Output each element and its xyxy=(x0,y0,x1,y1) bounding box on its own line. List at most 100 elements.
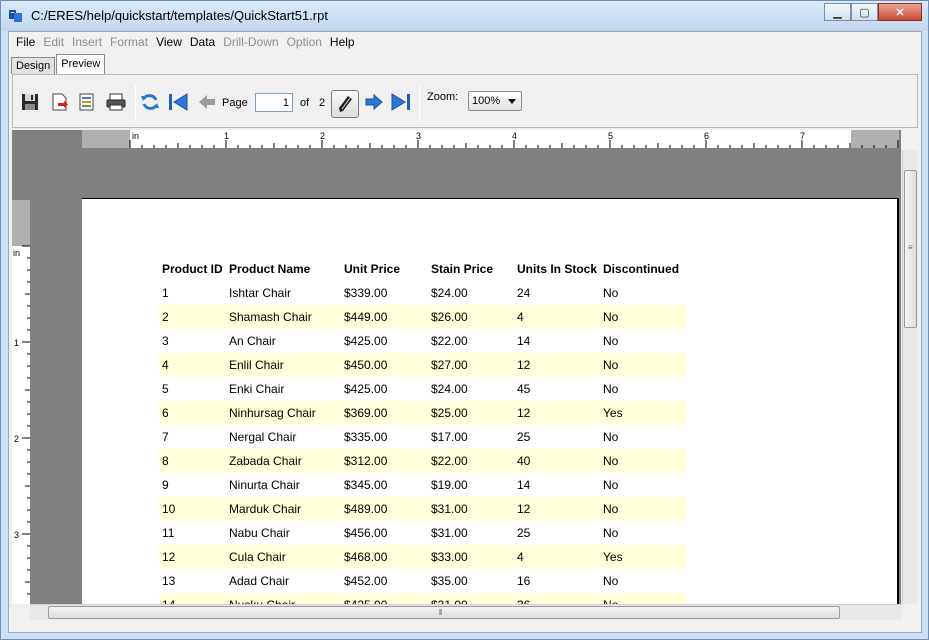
ruler-mark: 3 xyxy=(416,131,422,141)
table-cell: No xyxy=(600,497,687,521)
minimize-button[interactable]: ▁ xyxy=(824,3,851,21)
maximize-icon: ▢ xyxy=(859,6,870,19)
of-label: of xyxy=(300,97,310,109)
page-number-input[interactable] xyxy=(255,93,293,112)
table-cell: Nabu Chair xyxy=(229,526,290,540)
go-to-page-button[interactable] xyxy=(331,90,359,118)
table-row: 4 Enlil Chair $450.00 $27.00 12 No xyxy=(159,353,687,377)
table-cell: $335.00 xyxy=(344,430,388,444)
title-bar[interactable]: C:/ERES/help/quickstart/templates/QuickS… xyxy=(1,1,928,31)
menu-drill-down[interactable]: Drill-Down xyxy=(219,35,282,49)
table-cell: 12 xyxy=(514,401,601,425)
pencil-icon xyxy=(339,96,352,112)
table-cell: $26.00 xyxy=(428,305,514,329)
arrow-right-icon xyxy=(365,93,383,111)
table-cell: 10 xyxy=(159,497,226,521)
table-row: 9 Ninurta Chair $345.00 $19.00 14 No xyxy=(159,473,686,497)
table-cell: No xyxy=(600,305,687,329)
menu-edit[interactable]: Edit xyxy=(39,35,68,49)
menu-data[interactable]: Data xyxy=(186,35,219,49)
grip-icon: ≡ xyxy=(908,243,913,252)
table-cell: Zabada Chair xyxy=(226,449,341,473)
close-button[interactable]: ✕ xyxy=(878,3,922,21)
table-cell: Marduk Chair xyxy=(226,497,341,521)
previous-page-button[interactable] xyxy=(196,91,218,113)
last-page-button[interactable] xyxy=(390,91,412,113)
table-cell: 12 xyxy=(514,497,601,521)
ruler-ticks xyxy=(22,245,30,595)
table-cell: No xyxy=(603,526,619,540)
table-cell: 14 xyxy=(517,478,531,492)
column-header: Discontinued xyxy=(603,262,680,276)
column-header: Stain Price xyxy=(431,262,494,276)
table-cell: 16 xyxy=(517,574,531,588)
client-area: File Edit Insert Format View Data Drill-… xyxy=(8,31,922,633)
table-cell: 40 xyxy=(514,449,601,473)
toolbar-separator xyxy=(419,85,420,121)
page-label: Page xyxy=(222,97,248,109)
next-page-button[interactable] xyxy=(363,91,385,113)
table-row: 8 Zabada Chair $312.00 $22.00 40 No xyxy=(159,449,687,473)
table-row: 6 Ninhursag Chair $369.00 $25.00 12 Yes xyxy=(159,401,687,425)
horizontal-scrollbar[interactable]: ⦀ xyxy=(30,604,902,620)
last-page-icon xyxy=(391,93,410,111)
vertical-scroll-thumb[interactable]: ≡ xyxy=(904,170,917,328)
table-cell: 9 xyxy=(162,478,169,492)
maximize-button[interactable]: ▢ xyxy=(851,3,878,21)
table-row: 5 Enki Chair $425.00 $24.00 45 No xyxy=(159,377,686,401)
table-cell: 5 xyxy=(162,382,169,396)
table-cell: An Chair xyxy=(229,334,276,348)
first-page-button[interactable] xyxy=(167,91,189,113)
menu-insert[interactable]: Insert xyxy=(68,35,106,49)
menu-file[interactable]: File xyxy=(12,35,39,49)
horizontal-scroll-thumb[interactable]: ⦀ xyxy=(48,606,840,619)
table-cell: $339.00 xyxy=(344,286,388,300)
view-tabs: Design Preview xyxy=(11,54,106,74)
ruler-mark: 3 xyxy=(14,530,20,540)
table-row: 2 Shamash Chair $449.00 $26.00 4 No xyxy=(159,305,687,329)
export-button[interactable] xyxy=(48,91,70,113)
preview-toolbar: Page of 2 xyxy=(12,74,918,128)
print-button[interactable] xyxy=(105,91,127,113)
table-cell: 12 xyxy=(514,353,601,377)
table-cell: $22.00 xyxy=(428,449,514,473)
preview-viewport[interactable]: in 1 2 3 4 5 6 7 in 1 2 3 Product ID Pro… xyxy=(12,130,901,604)
table-cell: $345.00 xyxy=(344,478,388,492)
save-button[interactable] xyxy=(19,91,41,113)
table-cell: $425.00 xyxy=(344,334,388,348)
table-cell: 11 xyxy=(162,526,175,540)
ruler-unit-label: in xyxy=(13,248,21,258)
table-cell: 4 xyxy=(159,353,226,377)
table-cell: $27.00 xyxy=(428,353,514,377)
table-cell: Enki Chair xyxy=(229,382,285,396)
menu-view[interactable]: View xyxy=(152,35,186,49)
menu-format[interactable]: Format xyxy=(106,35,152,49)
table-cell: No xyxy=(600,449,687,473)
table-cell: $425.00 xyxy=(344,382,388,396)
table-cell: $449.00 xyxy=(341,305,428,329)
table-cell: $35.00 xyxy=(431,574,468,588)
table-cell: 6 xyxy=(159,401,226,425)
ruler-unit-label: in xyxy=(132,131,140,141)
refresh-button[interactable] xyxy=(139,91,161,113)
table-cell: Cula Chair xyxy=(226,545,341,569)
menu-help[interactable]: Help xyxy=(326,35,359,49)
zoom-label: Zoom: xyxy=(427,91,459,103)
table-cell: $25.00 xyxy=(428,401,514,425)
vertical-scrollbar[interactable]: ≡ xyxy=(902,150,918,604)
table-cell: Yes xyxy=(600,545,687,569)
table-cell: Shamash Chair xyxy=(226,305,341,329)
page-setup-button[interactable] xyxy=(76,91,98,113)
zoom-select[interactable]: 100% xyxy=(468,91,522,111)
menu-option[interactable]: Option xyxy=(283,35,326,49)
table-cell: 14 xyxy=(159,593,226,604)
table-cell: 12 xyxy=(159,545,226,569)
tab-design[interactable]: Design xyxy=(11,57,56,74)
table-cell: $489.00 xyxy=(341,497,428,521)
table-cell: No xyxy=(603,334,619,348)
printer-icon xyxy=(106,93,126,111)
page-total: 2 xyxy=(319,97,326,109)
column-header: Product Name xyxy=(229,262,311,276)
table-cell: $369.00 xyxy=(341,401,428,425)
tab-preview[interactable]: Preview xyxy=(56,54,106,74)
